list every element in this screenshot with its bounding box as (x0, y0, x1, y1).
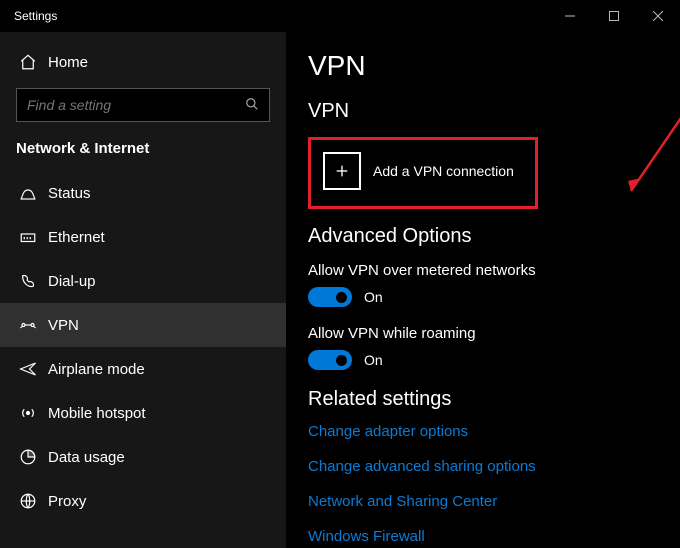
vpn-section-heading: VPN (308, 100, 680, 123)
add-vpn-button[interactable]: Add a VPN connection (323, 152, 523, 190)
link-advanced-sharing[interactable]: Change advanced sharing options (308, 458, 680, 475)
toggle-roaming-state: On (364, 352, 383, 368)
status-icon (18, 183, 38, 203)
home-icon (18, 53, 38, 71)
home-label: Home (48, 54, 88, 71)
link-windows-firewall[interactable]: Windows Firewall (308, 528, 680, 545)
nav-list: Status Ethernet Dial-up VPN Airplane mod… (0, 171, 286, 523)
sidebar-item-proxy[interactable]: Proxy (0, 479, 286, 523)
add-vpn-label: Add a VPN connection (373, 163, 514, 179)
toggle-metered: Allow VPN over metered networks On (308, 262, 680, 307)
maximize-button[interactable] (592, 0, 636, 32)
sidebar-item-airplane[interactable]: Airplane mode (0, 347, 286, 391)
search-field[interactable] (25, 96, 245, 114)
toggle-roaming-label: Allow VPN while roaming (308, 325, 680, 342)
advanced-options-heading: Advanced Options (308, 225, 680, 248)
sidebar-item-label: Ethernet (48, 229, 105, 246)
toggle-roaming-switch[interactable] (308, 350, 352, 370)
ethernet-icon (18, 227, 38, 247)
sidebar-item-label: Status (48, 185, 91, 202)
sidebar-item-datausage[interactable]: Data usage (0, 435, 286, 479)
dialup-icon (18, 271, 38, 291)
category-heading: Network & Internet (0, 132, 286, 171)
sidebar-item-label: Dial-up (48, 273, 96, 290)
sidebar: Home Network & Internet Status (0, 32, 286, 548)
toggle-metered-state: On (364, 289, 383, 305)
toggle-metered-switch[interactable] (308, 287, 352, 307)
sidebar-item-status[interactable]: Status (0, 171, 286, 215)
proxy-icon (18, 491, 38, 511)
sidebar-item-label: Data usage (48, 449, 125, 466)
sidebar-item-label: Proxy (48, 493, 86, 510)
minimize-button[interactable] (548, 0, 592, 32)
sidebar-item-hotspot[interactable]: Mobile hotspot (0, 391, 286, 435)
link-network-sharing-center[interactable]: Network and Sharing Center (308, 493, 680, 510)
plus-icon (323, 152, 361, 190)
datausage-icon (18, 447, 38, 467)
sidebar-item-label: Mobile hotspot (48, 405, 146, 422)
sidebar-item-ethernet[interactable]: Ethernet (0, 215, 286, 259)
related-settings-heading: Related settings (308, 388, 680, 411)
page-title: VPN (308, 50, 680, 82)
search-icon (245, 97, 261, 113)
annotation-highlight-box: Add a VPN connection (308, 137, 538, 209)
titlebar: Settings (0, 0, 680, 32)
sidebar-item-label: VPN (48, 317, 79, 334)
home-nav[interactable]: Home (0, 40, 286, 84)
link-adapter-options[interactable]: Change adapter options (308, 423, 680, 440)
search-input[interactable] (16, 88, 270, 122)
toggle-metered-label: Allow VPN over metered networks (308, 262, 680, 279)
close-button[interactable] (636, 0, 680, 32)
window-title: Settings (0, 9, 57, 23)
sidebar-item-label: Airplane mode (48, 361, 145, 378)
sidebar-item-vpn[interactable]: VPN (0, 303, 286, 347)
toggle-roaming: Allow VPN while roaming On (308, 325, 680, 370)
hotspot-icon (18, 403, 38, 423)
sidebar-item-dialup[interactable]: Dial-up (0, 259, 286, 303)
vpn-icon (18, 315, 38, 335)
airplane-icon (18, 359, 38, 379)
content-pane: VPN VPN Add a VPN connection Advanced Op… (286, 32, 680, 548)
